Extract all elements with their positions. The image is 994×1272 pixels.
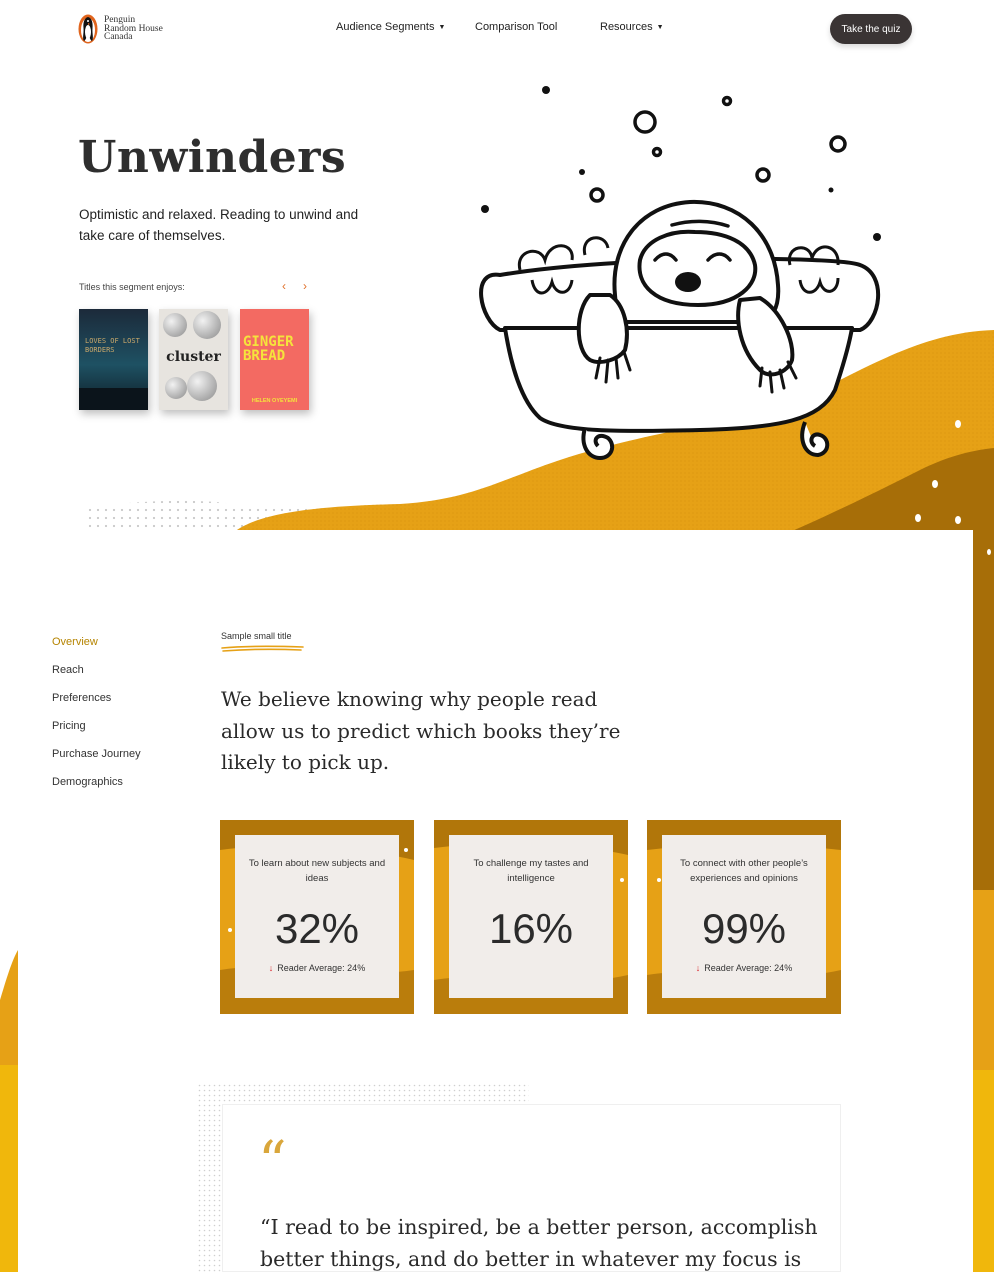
book-cover-circle [165, 377, 187, 399]
stat-reader-average: ↓ Reader Average: 24% [662, 963, 826, 973]
book-cover-cluster[interactable]: cluster [159, 309, 228, 410]
hill-speck [915, 514, 921, 522]
caret-down-icon: ▼ [438, 23, 446, 31]
brand-logo[interactable]: Penguin Random House Canada [78, 14, 174, 44]
top-nav: Penguin Random House Canada Audience Seg… [0, 0, 994, 58]
section-lead-text: We believe knowing why people read allow… [221, 687, 621, 774]
stat-card-inner: To connect with other people’s experienc… [662, 835, 826, 998]
stat-card: To connect with other people’s experienc… [647, 820, 841, 1014]
book-cover-title: LOVES OF LOST BORDERS [85, 337, 140, 354]
hill-speck [932, 480, 938, 488]
book-cover-title: GINGER BREAD [243, 334, 294, 364]
nav-resources[interactable]: Resources ▼ [600, 21, 664, 33]
titles-label: Titles this segment enjoys: [79, 282, 185, 292]
stat-label: To connect with other people’s experienc… [680, 858, 808, 884]
arrow-down-icon: ↓ [268, 963, 274, 973]
stat-value: 32% [274, 905, 360, 952]
left-edge-decoration [0, 950, 18, 1272]
subnav-reach[interactable]: Reach [52, 664, 141, 692]
nav-link-label: Audience Segments [336, 21, 435, 33]
stat-value: 16% [488, 905, 574, 952]
carousel-prev-icon[interactable]: ‹ [282, 279, 286, 293]
stat-reader-average: ↓ Reader Average: 24% [235, 963, 399, 973]
penguin-logo-icon [78, 14, 98, 44]
subnav-purchase-journey[interactable]: Purchase Journey [52, 748, 141, 776]
section-subnav: Overview Reach Preferences Pricing Purch… [52, 636, 141, 804]
book-cover-gingerbread[interactable]: GINGER BREAD HELEN OYEYEMI [240, 309, 309, 410]
subnav-demographics[interactable]: Demographics [52, 776, 141, 804]
stat-average-text: Reader Average: 24% [704, 963, 793, 973]
brand-line: Canada [104, 32, 133, 43]
nav-audience-segments[interactable]: Audience Segments ▼ [336, 21, 445, 33]
stat-value: 99% [701, 905, 787, 952]
book-cover-author: HELEN OYEYEMI [251, 398, 298, 404]
sloth-nose [675, 272, 701, 292]
arrow-down-icon: ↓ [695, 963, 701, 973]
stat-label: To challenge my tastes and intelligence [473, 858, 589, 884]
subnav-overview[interactable]: Overview [52, 636, 141, 664]
nav-link-label: Comparison Tool [475, 21, 558, 33]
segment-description: Optimistic and relaxed. Reading to unwin… [79, 207, 359, 243]
stat-card-inner: To challenge my tastes and intelligence … [449, 835, 613, 998]
book-cover-circle [163, 313, 187, 337]
hill-speck [955, 420, 961, 428]
nav-link-label: Resources [600, 21, 653, 33]
carousel-next-icon[interactable]: › [303, 279, 307, 293]
stat-card: To challenge my tastes and intelligence … [434, 820, 628, 1014]
book-cover-title: cluster [166, 349, 221, 365]
section-small-title: Sample small title [221, 631, 292, 641]
brand-wordmark: Penguin Random House Canada [104, 16, 174, 42]
take-quiz-button[interactable]: Take the quiz [830, 14, 912, 44]
scribble-underline [221, 645, 304, 652]
caret-down-icon: ▼ [656, 23, 664, 31]
stat-card: To learn about new subjects and ideas 32… [220, 820, 414, 1014]
book-cover-silhouette [79, 388, 148, 410]
bubbles [589, 95, 847, 203]
subnav-pricing[interactable]: Pricing [52, 720, 141, 748]
subnav-preferences[interactable]: Preferences [52, 692, 141, 720]
quote-text: “I read to be inspired, be a better pers… [260, 1215, 818, 1271]
nav-comparison-tool[interactable]: Comparison Tool [475, 21, 557, 33]
book-cover-circle [193, 311, 221, 339]
stat-average-text: Reader Average: 24% [277, 963, 366, 973]
book-cover-loves-of-lost-borders[interactable]: LOVES OF LOST BORDERS [79, 309, 148, 410]
segment-title: Unwinders [78, 132, 347, 183]
book-cover-circle [187, 371, 217, 401]
hill-speck [955, 516, 961, 524]
stat-card-inner: To learn about new subjects and ideas 32… [235, 835, 399, 998]
right-edge-decoration [973, 530, 994, 1272]
quote-mark-icon: “ [258, 1130, 287, 1195]
stat-label: To learn about new subjects and ideas [248, 858, 386, 884]
